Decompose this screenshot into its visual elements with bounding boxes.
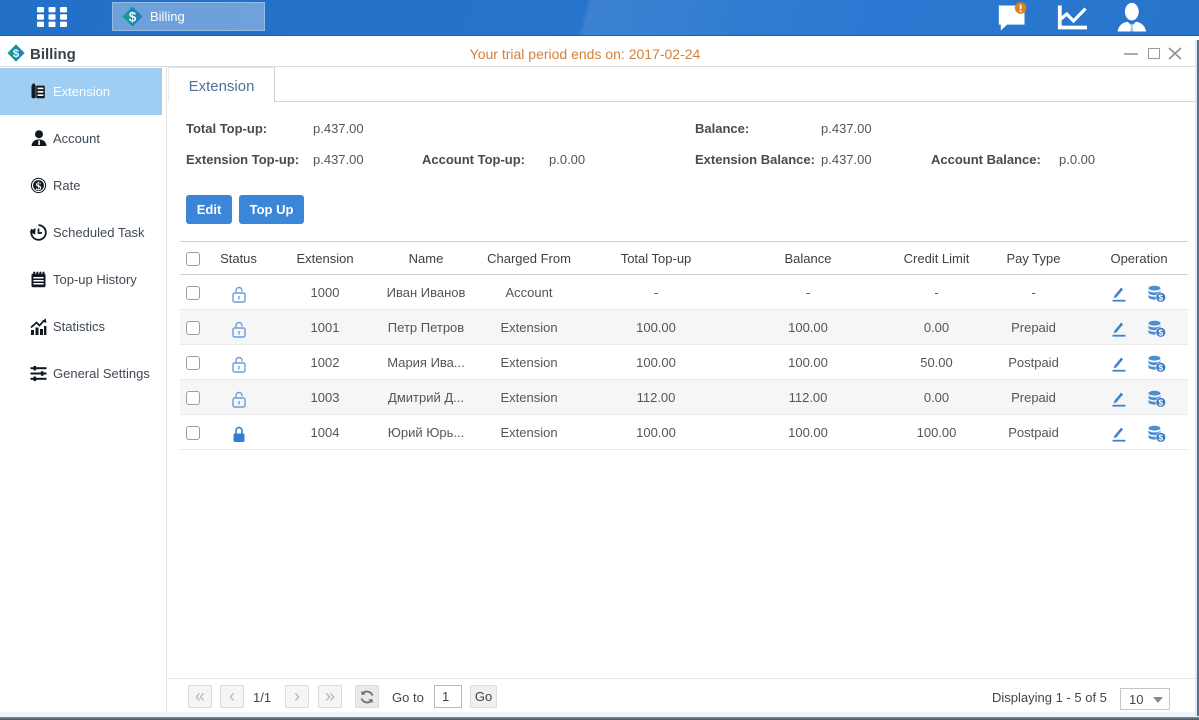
svg-text:$: $: [1158, 398, 1163, 408]
svg-text:$: $: [1158, 328, 1163, 338]
svg-text:$: $: [1158, 433, 1163, 443]
svg-text:$: $: [129, 9, 137, 24]
svg-text:$: $: [36, 179, 42, 193]
svg-text:$: $: [1158, 363, 1163, 373]
svg-text:$: $: [1158, 293, 1163, 303]
